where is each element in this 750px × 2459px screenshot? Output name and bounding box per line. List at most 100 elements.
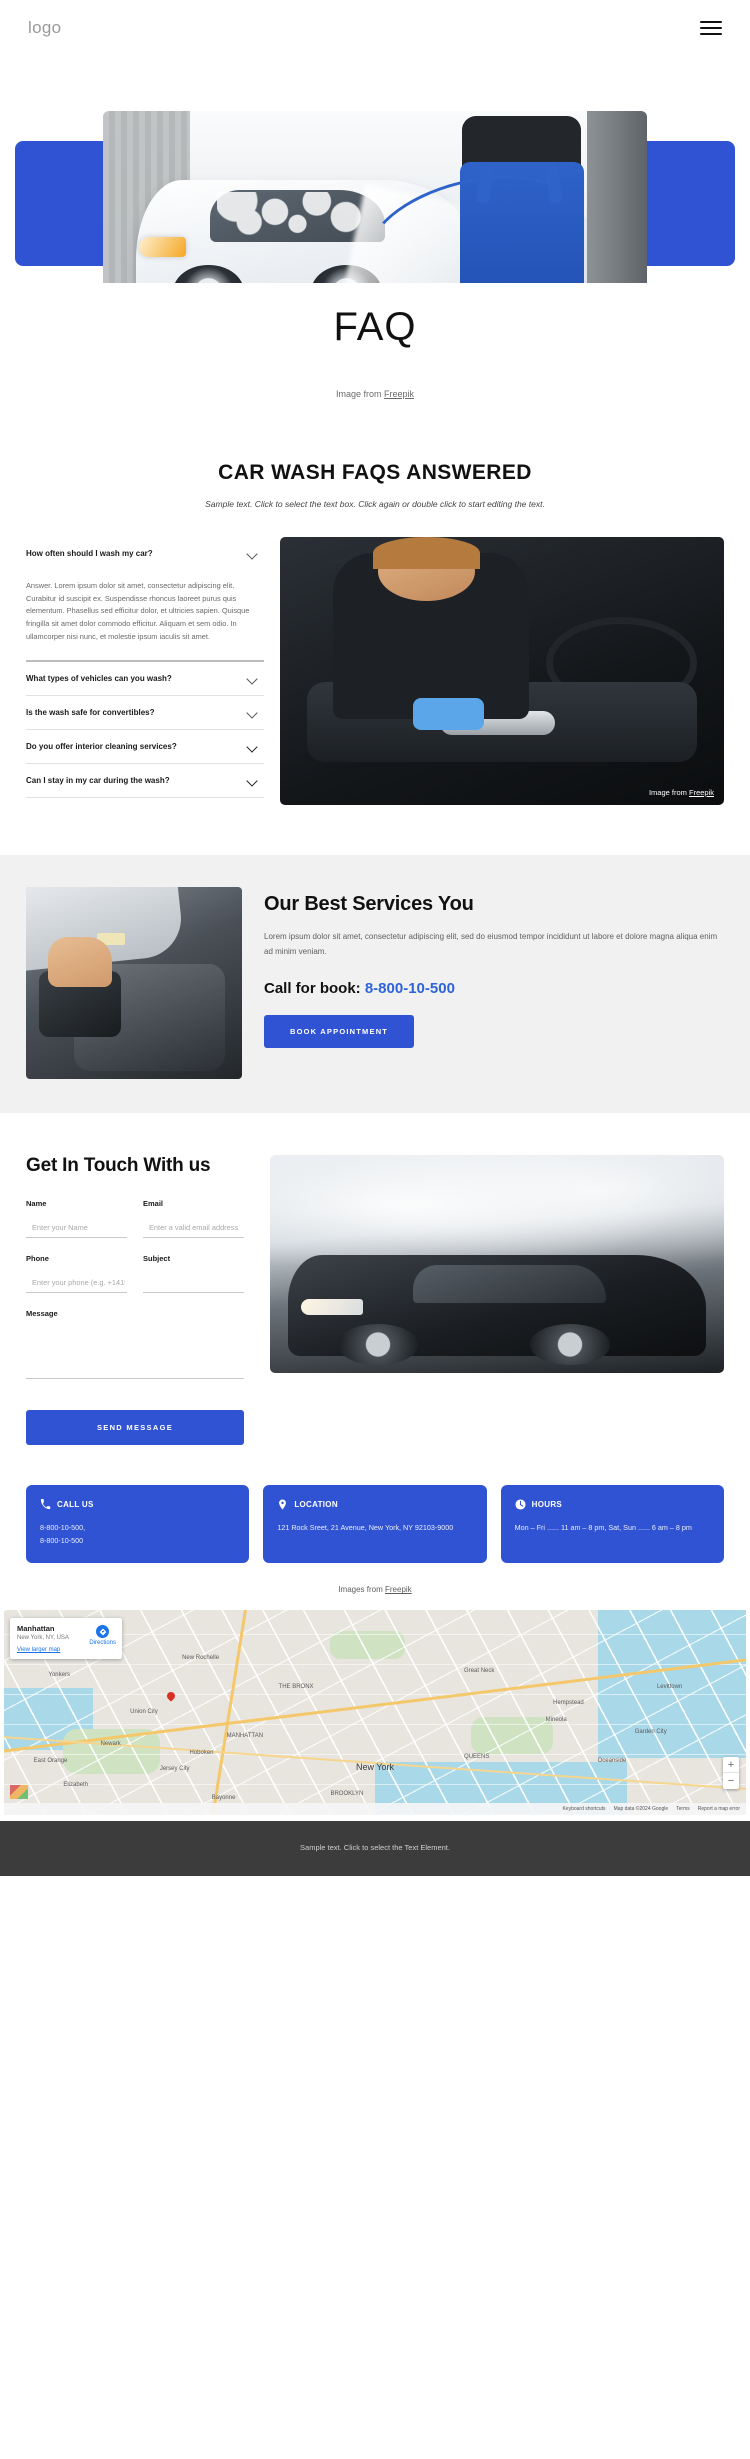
map-embed[interactable]: Yonkers New Rochelle Hempstead Newark Je… [4,1610,746,1816]
google-logo [10,1785,28,1800]
directions-label: Directions [89,1640,116,1647]
map-label: New Rochelle [182,1655,220,1662]
credit-link[interactable]: Freepik [689,788,714,797]
subject-input[interactable] [143,1275,244,1293]
terms-link[interactable]: Terms [676,1806,690,1812]
info-card-call-us[interactable]: CALL US 8-800-10-500, 8-800-10-500 [26,1485,250,1564]
phone-input[interactable] [26,1275,127,1293]
logo[interactable]: logo [28,18,61,38]
phone-field-wrapper: Phone [26,1254,127,1293]
faq-question-label: How often should I wash my car? [26,549,153,558]
map-label: Garden City [634,1729,667,1736]
card-body: 121 Rock Sreet, 21 Avenue, New York, NY … [277,1523,454,1532]
map-label: Hempstead [553,1700,584,1707]
phone-number[interactable]: 8-800-10-500 [365,980,455,997]
chevron-down-icon[interactable] [247,548,258,559]
directions-button[interactable]: Directions [89,1625,116,1646]
faq-question-toggle[interactable]: Is the wash safe for convertibles? [26,696,264,729]
map-label: MANHATTAN [226,1733,264,1740]
chevron-down-icon[interactable] [247,741,258,752]
faq-question-toggle[interactable]: Do you offer interior cleaning services? [26,730,264,763]
map-city-label: New York [355,1761,395,1772]
faq-question-label: Is the wash safe for convertibles? [26,707,155,717]
faq-side-image-interior: Image from Freepik [280,537,724,805]
email-label: Email [143,1199,164,1208]
faq-question-toggle[interactable]: How often should I wash my car? [26,537,264,570]
photo-windshield [413,1265,606,1304]
report-error-link[interactable]: Report a map error [698,1806,740,1812]
name-input[interactable] [26,1220,127,1238]
faq-image-credit: Image from Freepik [649,788,714,797]
burger-line [700,21,722,23]
faq-question-toggle[interactable]: What types of vehicles can you wash? [26,662,264,695]
form-row: Phone Subject [26,1254,244,1309]
zoom-out-button[interactable]: − [723,1773,739,1789]
name-field-wrapper: Name [26,1199,127,1238]
map-attribution-bar: Keyboard shortcuts Map data ©2024 Google… [4,1803,746,1816]
faq-section: CAR WASH FAQS ANSWERED Sample text. Clic… [0,399,750,855]
email-input[interactable] [143,1220,244,1238]
card-title: HOURS [531,1500,563,1509]
photo-person-hair [373,537,480,570]
contact-title: Get In Touch With us [26,1155,211,1176]
map-label: Oceanside [597,1757,627,1764]
map-label: Mineola [545,1716,567,1723]
map-label: QUEENS [464,1753,490,1760]
faq-item: Can I stay in my car during the wash? [26,764,264,798]
map-label: Great Neck [464,1667,495,1674]
map-label: Union City [130,1708,158,1715]
photo-wheel [530,1324,610,1365]
map-label: BROOKLYN [330,1790,364,1797]
faq-question-label: What types of vehicles can you wash? [26,673,172,683]
map-label: Hoboken [189,1749,214,1756]
credit-link[interactable]: Freepik [385,1585,412,1594]
hamburger-menu-icon[interactable] [700,21,722,35]
site-header: logo [0,0,750,56]
card-header: CALL US [40,1499,235,1510]
credit-prefix: Image from [335,389,384,399]
zoom-in-button[interactable]: + [723,1757,739,1774]
info-card-location[interactable]: LOCATION 121 Rock Sreet, 21 Avenue, New … [263,1485,487,1564]
card-header: HOURS [515,1499,710,1510]
email-field-wrapper: Email [143,1199,244,1238]
map-label: Newark [100,1741,121,1748]
location-pin-icon [279,1499,287,1510]
info-card-hours[interactable]: HOURS Mon – Fri ...... 11 am – 8 pm, Sat… [500,1485,724,1564]
chevron-down-icon[interactable] [247,707,258,718]
directions-icon [96,1625,110,1639]
book-appointment-button[interactable]: BOOK APPOINTMENT [264,1014,415,1048]
faq-item: How often should I wash my car? Answer. … [26,537,264,662]
page-root: logo FAQ Image from Freepik CAR WASH FAQ… [0,0,750,1877]
map-data-label: Map data ©2024 Google [613,1806,669,1813]
credit-link[interactable]: Freepik [384,389,414,399]
chevron-down-icon[interactable] [247,673,258,684]
clock-icon [515,1499,526,1510]
services-section: Our Best Services You Lorem ipsum dolor … [0,855,750,1113]
services-title: Our Best Services You [264,893,474,915]
images-credit: Images from Freepik [0,1585,750,1610]
map-label: Bayonne [211,1794,236,1801]
burger-line [700,27,722,29]
map-label: THE BRONX [278,1683,314,1690]
photo-foam [216,191,379,236]
contact-image-carwash [270,1155,724,1373]
chevron-down-icon[interactable] [247,775,258,786]
faq-content: How often should I wash my car? Answer. … [0,537,750,805]
photo-headlight [138,236,187,258]
view-larger-map-link[interactable]: View larger map [17,1647,115,1653]
send-message-button[interactable]: SEND MESSAGE [26,1410,244,1445]
hero-image-credit: Image from Freepik [0,389,750,399]
faq-title-card: FAQ [88,283,662,371]
phone-label: Phone [26,1254,49,1263]
faq-accordion: How often should I wash my car? Answer. … [26,537,264,798]
faq-question-label: Can I stay in my car during the wash? [26,775,170,785]
map-zoom-controls[interactable]: + − [723,1757,739,1790]
subject-label: Subject [143,1254,171,1263]
message-input[interactable] [26,1327,244,1379]
message-label: Message [26,1309,58,1318]
map-label: East Orange [33,1757,68,1764]
call-label: Call for book: [264,979,365,997]
keyboard-shortcuts-label[interactable]: Keyboard shortcuts [562,1806,605,1812]
section-subheading: Sample text. Click to select the text bo… [205,499,545,509]
faq-question-toggle[interactable]: Can I stay in my car during the wash? [26,764,264,797]
